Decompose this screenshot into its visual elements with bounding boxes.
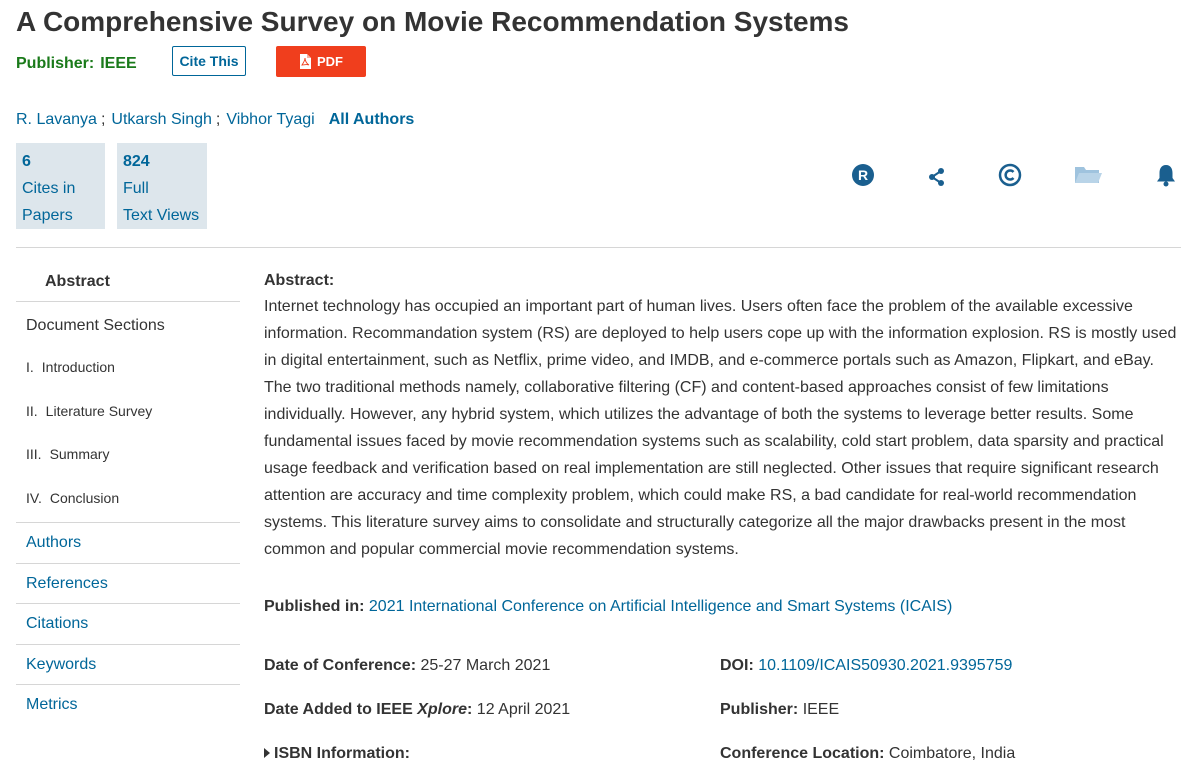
bell-icon [1157, 165, 1175, 187]
alerts-button[interactable] [1151, 160, 1181, 190]
sidebar-document-sections: Document Sections [26, 317, 165, 334]
section-number: I. [26, 359, 34, 375]
cite-this-button[interactable]: Cite This [172, 46, 246, 76]
sidebar-item-summary[interactable]: III. Summary [16, 433, 240, 477]
section-label: Literature Survey [45, 402, 153, 419]
pdf-button-label: PDF [317, 54, 343, 69]
conference-location-value: Coimbatore, India [888, 745, 1016, 762]
sidebar-item-literature-survey[interactable]: II. Literature Survey [16, 390, 240, 434]
author-link[interactable]: R. Lavanya [16, 111, 97, 128]
metric-label: Text Views [123, 207, 200, 224]
share-icon [929, 168, 944, 186]
sidebar-item-authors[interactable]: Authors [16, 523, 240, 564]
xplore-label: Xplore [417, 701, 468, 718]
folder-icon [1075, 167, 1102, 183]
share-button[interactable] [922, 162, 952, 192]
section-number: III. [26, 446, 42, 462]
published-in-label: Published in: [264, 598, 365, 615]
metric-label: Papers [22, 207, 73, 224]
sidebar-item-metrics[interactable]: Metrics [16, 685, 240, 726]
svg-text:R: R [858, 167, 868, 183]
publisher-detail-label: Publisher: [720, 701, 799, 718]
date-added-value: 12 April 2021 [476, 701, 571, 718]
sidebar-item-abstract[interactable]: Abstract [16, 262, 240, 302]
publisher-line: Publisher: IEEE [16, 55, 137, 73]
publisher-detail-value: IEEE [802, 701, 840, 718]
abstract-section: Abstract: Internet technology has occupi… [264, 270, 1182, 563]
author-link[interactable]: Utkarsh Singh [111, 111, 212, 128]
isbn-label: ISBN Information: [274, 745, 410, 762]
header-divider [16, 247, 1181, 248]
metric-number: 824 [123, 153, 150, 170]
sidebar-item-references[interactable]: References [16, 564, 240, 604]
publisher-label: Publisher: [16, 55, 95, 72]
doi-link[interactable]: 10.1109/ICAIS50930.2021.9395759 [758, 657, 1012, 674]
sidebar-item-conclusion[interactable]: IV. Conclusion [16, 477, 240, 521]
pdf-button[interactable]: PDF [276, 46, 366, 77]
caret-right-icon [264, 748, 270, 758]
page-title: A Comprehensive Survey on Movie Recommen… [16, 6, 849, 37]
author-list: R. Lavanya; Utkarsh Singh; Vibhor Tyagi All… [16, 111, 414, 129]
all-authors-link[interactable]: All Authors [329, 111, 415, 128]
publisher-detail: Publisher: IEEE [720, 701, 839, 719]
author-separator: ; [215, 111, 221, 128]
conference-location: Conference Location: Coimbatore, India [720, 745, 1015, 763]
publisher-value: IEEE [100, 55, 137, 72]
isbn-toggle[interactable]: ISBN Information: [264, 745, 410, 763]
sidebar-item-introduction[interactable]: I. Introduction [16, 346, 240, 390]
rights-permissions-button[interactable]: R [848, 160, 878, 190]
cites-in-papers-metric[interactable]: 6 Cites in Papers [16, 143, 105, 229]
sidebar-item-keywords[interactable]: Keywords [16, 645, 240, 685]
section-number: IV. [26, 489, 42, 506]
author-separator: ; [100, 111, 106, 128]
section-label: Introduction [41, 359, 115, 375]
save-to-folder-button[interactable] [1073, 160, 1103, 190]
rights-icon: R [852, 164, 874, 186]
copyright-button[interactable] [995, 160, 1025, 190]
doi-label: DOI: [720, 657, 754, 674]
section-number: II. [26, 402, 38, 419]
abstract-text: Internet technology has occupied an impo… [264, 298, 1177, 558]
metric-number: 6 [22, 153, 31, 170]
conference-link[interactable]: 2021 International Conference on Artific… [369, 598, 952, 615]
date-added-label-text: Date Added to IEEE [264, 701, 413, 718]
date-of-conference: Date of Conference: 25-27 March 2021 [264, 657, 550, 675]
section-label: Summary [49, 446, 110, 462]
sidebar-item-citations[interactable]: Citations [16, 604, 240, 645]
document-sidebar: Abstract Document Sections I. Introductio… [16, 262, 240, 726]
pdf-file-icon [300, 54, 311, 69]
published-in: Published in: 2021 International Confere… [264, 598, 952, 616]
date-of-conference-value: 25-27 March 2021 [420, 657, 551, 674]
abstract-heading: Abstract: [264, 272, 335, 289]
metric-label: Full [123, 180, 149, 197]
copyright-icon [998, 163, 1022, 187]
conference-location-label: Conference Location: [720, 745, 885, 762]
author-link[interactable]: Vibhor Tyagi [226, 111, 314, 128]
metric-label: Cites in [22, 180, 76, 197]
date-added-label: Date Added to IEEE Xplore: [264, 701, 472, 718]
date-added: Date Added to IEEE Xplore: 12 April 2021 [264, 701, 570, 719]
full-text-views-metric[interactable]: 824 Full Text Views [117, 143, 207, 229]
date-of-conference-label: Date of Conference: [264, 657, 417, 674]
section-label: Conclusion [49, 489, 120, 506]
doi-line: DOI: 10.1109/ICAIS50930.2021.9395759 [720, 657, 1012, 675]
date-added-colon: : [467, 701, 473, 718]
